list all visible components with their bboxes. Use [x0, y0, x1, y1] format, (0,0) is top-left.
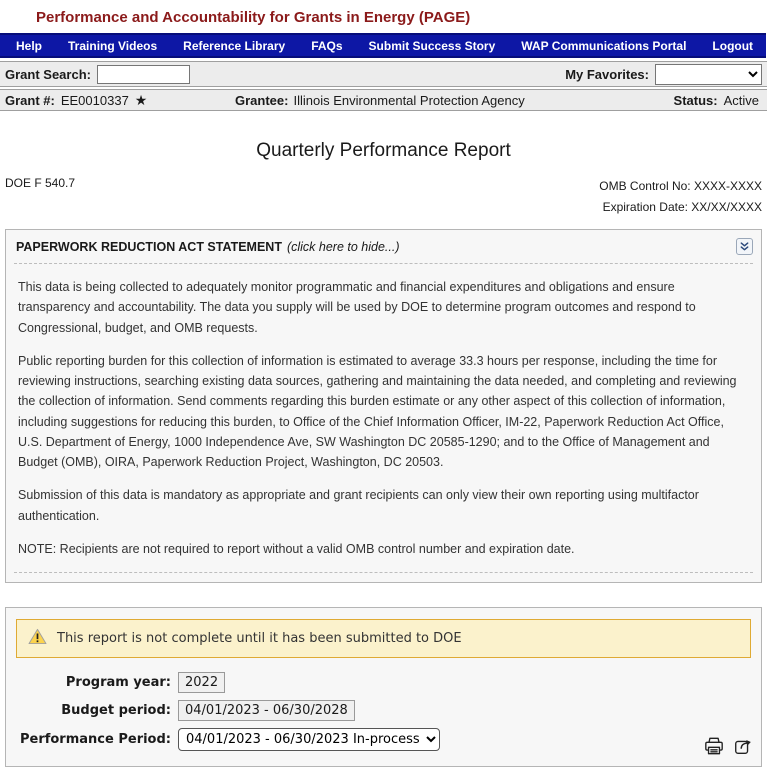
- status-value: Active: [724, 93, 759, 108]
- grantee-name: Illinois Environmental Protection Agency: [293, 93, 524, 108]
- pra-hide-link[interactable]: (click here to hide...): [287, 240, 400, 254]
- nav-item-training-videos[interactable]: Training Videos: [55, 39, 170, 53]
- navbar: Help Training Videos Reference Library F…: [0, 33, 767, 58]
- program-year-row: Program year: 2022: [16, 672, 751, 693]
- nav-item-reference-library[interactable]: Reference Library: [170, 39, 298, 53]
- report-fields: Program year: 2022 Budget period: 04/01/…: [16, 672, 751, 751]
- open-in-new-window-icon: [733, 744, 753, 759]
- my-favorites-select[interactable]: [655, 64, 762, 85]
- print-button[interactable]: [703, 736, 725, 756]
- performance-period-row: Performance Period: 04/01/2023 - 06/30/2…: [16, 728, 751, 751]
- dashed-divider: [14, 572, 753, 573]
- grant-search-input[interactable]: [97, 65, 190, 84]
- report-actions: [703, 736, 753, 756]
- pra-paragraph: Public reporting burden for this collect…: [18, 351, 749, 473]
- collapse-chevrons-icon[interactable]: [736, 238, 753, 255]
- omb-control-number: OMB Control No: XXXX-XXXX: [599, 176, 762, 197]
- nav-item-wap-communications-portal[interactable]: WAP Communications Portal: [508, 39, 699, 53]
- program-year-label: Program year:: [16, 675, 178, 690]
- nav-item-submit-success-story[interactable]: Submit Success Story: [356, 39, 509, 53]
- grant-number-value: EE0010337: [61, 93, 129, 108]
- my-favorites-label: My Favorites:: [565, 67, 649, 82]
- pra-body: This data is being collected to adequate…: [6, 277, 761, 559]
- pra-paragraph: NOTE: Recipients are not required to rep…: [18, 539, 749, 559]
- nav-item-help[interactable]: Help: [3, 39, 55, 53]
- dashed-divider: [14, 263, 753, 264]
- warning-text: This report is not complete until it has…: [57, 631, 462, 646]
- grant-search-bar: Grant Search: My Favorites:: [0, 61, 767, 87]
- budget-period-value: 04/01/2023 - 06/30/2028: [178, 700, 355, 721]
- status-label: Status:: [674, 93, 718, 108]
- program-year-value: 2022: [178, 672, 225, 693]
- grant-info-bar: Grant #: EE0010337 ★ Grantee: Illinois E…: [0, 89, 767, 111]
- incomplete-report-warning: This report is not complete until it has…: [16, 619, 751, 658]
- pra-paragraph: This data is being collected to adequate…: [18, 277, 749, 338]
- budget-period-row: Budget period: 04/01/2023 - 06/30/2028: [16, 700, 751, 721]
- budget-period-label: Budget period:: [16, 703, 178, 718]
- favorite-star-icon[interactable]: ★: [135, 92, 148, 109]
- pra-heading: PAPERWORK REDUCTION ACT STATEMENT: [16, 240, 282, 254]
- report-status-panel: This report is not complete until it has…: [5, 607, 762, 767]
- performance-period-label: Performance Period:: [16, 732, 178, 747]
- grantee-label: Grantee:: [235, 93, 288, 108]
- printer-icon: [703, 744, 725, 759]
- grant-search-label: Grant Search:: [5, 67, 91, 82]
- pra-header: PAPERWORK REDUCTION ACT STATEMENT (click…: [6, 230, 761, 261]
- nav-item-logout[interactable]: Logout: [699, 39, 766, 53]
- nav-menu: Help Training Videos Reference Library F…: [0, 33, 766, 58]
- app-title: Performance and Accountability for Grant…: [0, 0, 767, 33]
- expiration-date: Expiration Date: XX/XX/XXXX: [599, 197, 762, 218]
- warning-icon: [28, 628, 47, 649]
- pra-paragraph: Submission of this data is mandatory as …: [18, 485, 749, 526]
- page-title: Quarterly Performance Report: [0, 140, 767, 162]
- performance-period-select[interactable]: 04/01/2023 - 06/30/2023 In-process: [178, 728, 440, 751]
- nav-item-faqs[interactable]: FAQs: [298, 39, 355, 53]
- open-report-button[interactable]: [733, 736, 753, 756]
- doe-form-number: DOE F 540.7: [5, 176, 75, 190]
- grant-number-label: Grant #:: [5, 93, 55, 108]
- paperwork-reduction-act-panel: PAPERWORK REDUCTION ACT STATEMENT (click…: [5, 229, 762, 583]
- form-meta-row: DOE F 540.7 OMB Control No: XXXX-XXXX Ex…: [0, 176, 767, 218]
